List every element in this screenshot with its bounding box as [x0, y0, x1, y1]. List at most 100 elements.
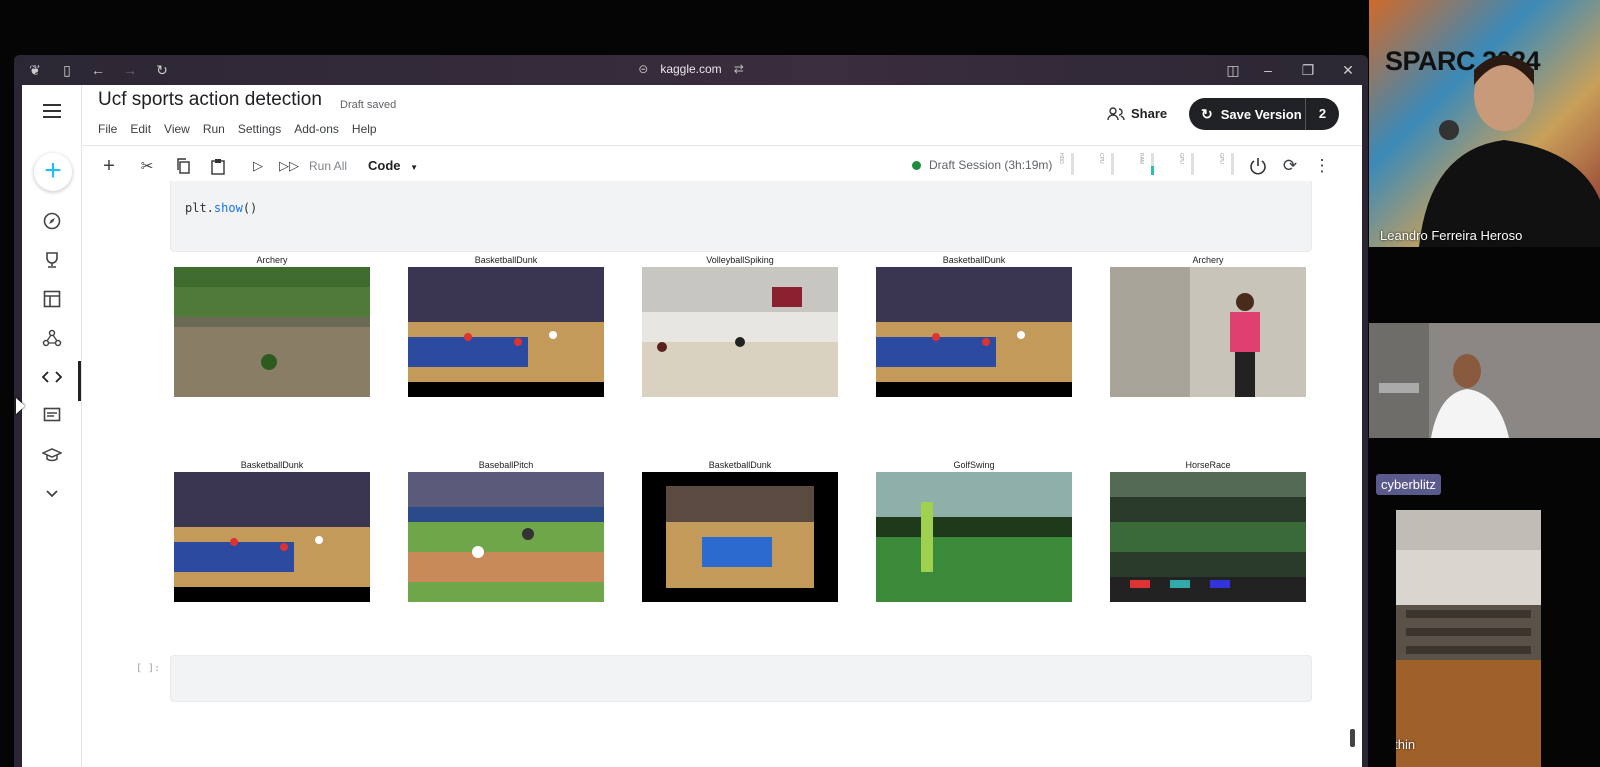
- models-icon[interactable]: [40, 326, 64, 350]
- notebook-title[interactable]: Ucf sports action detection: [98, 89, 322, 111]
- menu-settings[interactable]: Settings: [238, 122, 281, 136]
- discussion-icon[interactable]: [40, 404, 64, 428]
- menu-icon[interactable]: [40, 99, 64, 123]
- ram-meter-fill: [1151, 166, 1154, 175]
- learn-graduation-cap-icon[interactable]: [40, 443, 64, 467]
- video-frame-image: [1110, 267, 1306, 397]
- ram-meter-label: RAM: [1138, 153, 1144, 165]
- draft-status: Draft saved: [340, 99, 397, 111]
- participant-2-figure: [1369, 323, 1600, 438]
- speaker-figure: [1419, 55, 1600, 247]
- participant-2-tag: cyberblitz: [1376, 474, 1441, 495]
- menu-view[interactable]: View: [164, 122, 190, 136]
- minimize-icon[interactable]: –: [1259, 61, 1277, 79]
- menu-addons[interactable]: Add-ons: [294, 122, 339, 136]
- menu-run[interactable]: Run: [203, 122, 225, 136]
- code-suffix: (): [242, 201, 258, 215]
- gpu-meter[interactable]: GPU: [1178, 153, 1194, 177]
- output-image-tile: VolleyballSpiking: [642, 255, 838, 397]
- video-frame-image: [876, 267, 1072, 397]
- menu-help[interactable]: Help: [352, 122, 377, 136]
- menu-edit[interactable]: Edit: [130, 122, 151, 136]
- people-icon: [1107, 106, 1125, 120]
- version-count[interactable]: 2: [1305, 98, 1339, 130]
- restart-icon[interactable]: ⟳: [1279, 155, 1301, 177]
- power-icon[interactable]: [1247, 155, 1269, 177]
- url-text[interactable]: kaggle.com: [660, 62, 721, 76]
- screen: ❦ ▯ ← → ↻ ⊝ kaggle.com ⇄ ◫ – ❐ ✕ + Ucf s…: [0, 0, 1600, 767]
- notebook-menu-bar: File Edit View Run Settings Add-ons Help: [98, 122, 390, 136]
- kaggle-page: + Ucf sports action detection Draft save…: [22, 85, 1362, 767]
- split-view-icon[interactable]: ◫: [1224, 61, 1242, 79]
- video-frame-image: [1110, 472, 1306, 602]
- datasets-table-icon[interactable]: [40, 287, 64, 311]
- save-version-label: Save Version: [1220, 106, 1302, 122]
- code-prefix: plt.: [185, 201, 214, 215]
- run-all-icon[interactable]: ▷▷: [278, 155, 300, 177]
- more-vert-icon[interactable]: ⋮: [1311, 155, 1333, 177]
- menu-file[interactable]: File: [98, 122, 117, 136]
- history-icon: ↻: [1201, 105, 1213, 122]
- draft-session-status[interactable]: Draft Session (3h:19m): [912, 158, 1052, 172]
- code-function: show: [213, 201, 243, 215]
- hdd-meter[interactable]: HDD: [1058, 153, 1074, 177]
- left-nav-rail: +: [22, 85, 82, 767]
- compass-icon[interactable]: [40, 209, 64, 233]
- gpu-meter-label: GPU: [1178, 153, 1184, 164]
- video-tile-2: [1369, 323, 1600, 438]
- share-button[interactable]: Share: [1107, 106, 1167, 121]
- active-indicator: [78, 361, 81, 401]
- cell-type-select[interactable]: Code ▼: [368, 158, 418, 173]
- output-image-tile: BasketballDunk: [174, 460, 370, 602]
- run-cell-play-icon[interactable]: ▷: [247, 155, 269, 177]
- code-cell[interactable]: plt.show(): [170, 181, 1312, 252]
- restore-icon[interactable]: ❐: [1299, 61, 1317, 79]
- image-label: GolfSwing: [953, 460, 995, 470]
- code-icon[interactable]: [40, 365, 64, 389]
- gpu2-meter[interactable]: GPU: [1218, 153, 1234, 177]
- create-plus-icon[interactable]: +: [34, 153, 72, 191]
- header-divider: [82, 145, 1362, 146]
- site-settings-icon[interactable]: ⇄: [734, 62, 744, 76]
- cut-scissors-icon[interactable]: ✂: [136, 155, 158, 177]
- address-bar[interactable]: ⊝ kaggle.com ⇄: [14, 62, 1368, 76]
- video-tile-1: SPARC 2024 Leandro Ferreira Heroso: [1369, 0, 1600, 247]
- video-frame-image: [642, 267, 838, 397]
- share-label: Share: [1131, 106, 1168, 121]
- video-frame-image: [174, 472, 370, 602]
- image-label: Archery: [1192, 255, 1224, 265]
- run-all-label[interactable]: Run All: [309, 159, 347, 173]
- cpu-meter-label: CPU: [1098, 153, 1104, 164]
- image-label: BaseballPitch: [478, 460, 534, 470]
- scrollbar-thumb[interactable]: [1350, 729, 1355, 747]
- image-label: Archery: [256, 255, 288, 265]
- cpu-meter[interactable]: CPU: [1098, 153, 1114, 177]
- save-version-button[interactable]: ↻ Save Version 2: [1189, 98, 1339, 130]
- output-image-tile: GolfSwing: [876, 460, 1072, 602]
- close-icon[interactable]: ✕: [1339, 61, 1357, 79]
- video-frame-image: [174, 267, 370, 397]
- code-line[interactable]: plt.show(): [185, 201, 257, 215]
- paste-clipboard-icon[interactable]: [207, 155, 229, 177]
- hdd-meter-label: HDD: [1058, 153, 1064, 164]
- video-frame-image: [642, 472, 838, 602]
- output-image-tile: BasketballDunk: [408, 255, 604, 397]
- output-image-tile: BaseballPitch: [408, 460, 604, 602]
- video-frame-image: [408, 267, 604, 397]
- image-label: BasketballDunk: [708, 460, 772, 470]
- image-label: BasketballDunk: [942, 255, 1006, 265]
- gpu2-meter-label: GPU: [1218, 153, 1224, 164]
- video-frame-image: [876, 472, 1072, 602]
- browser-window: ❦ ▯ ← → ↻ ⊝ kaggle.com ⇄ ◫ – ❐ ✕ + Ucf s…: [14, 55, 1368, 767]
- ram-meter[interactable]: RAM: [1138, 153, 1154, 177]
- copy-icon[interactable]: [172, 155, 194, 177]
- chevron-down-icon[interactable]: [40, 482, 64, 506]
- link-icon: ⊝: [638, 62, 649, 76]
- empty-cell-prompt: [ ]:: [136, 663, 161, 674]
- session-label: Draft Session (3h:19m): [929, 158, 1053, 172]
- image-label: BasketballDunk: [240, 460, 304, 470]
- output-image-tile: BasketballDunk: [642, 460, 838, 602]
- trophy-icon[interactable]: [40, 248, 64, 272]
- add-cell-plus-icon[interactable]: +: [98, 155, 120, 177]
- empty-code-cell[interactable]: [170, 655, 1312, 702]
